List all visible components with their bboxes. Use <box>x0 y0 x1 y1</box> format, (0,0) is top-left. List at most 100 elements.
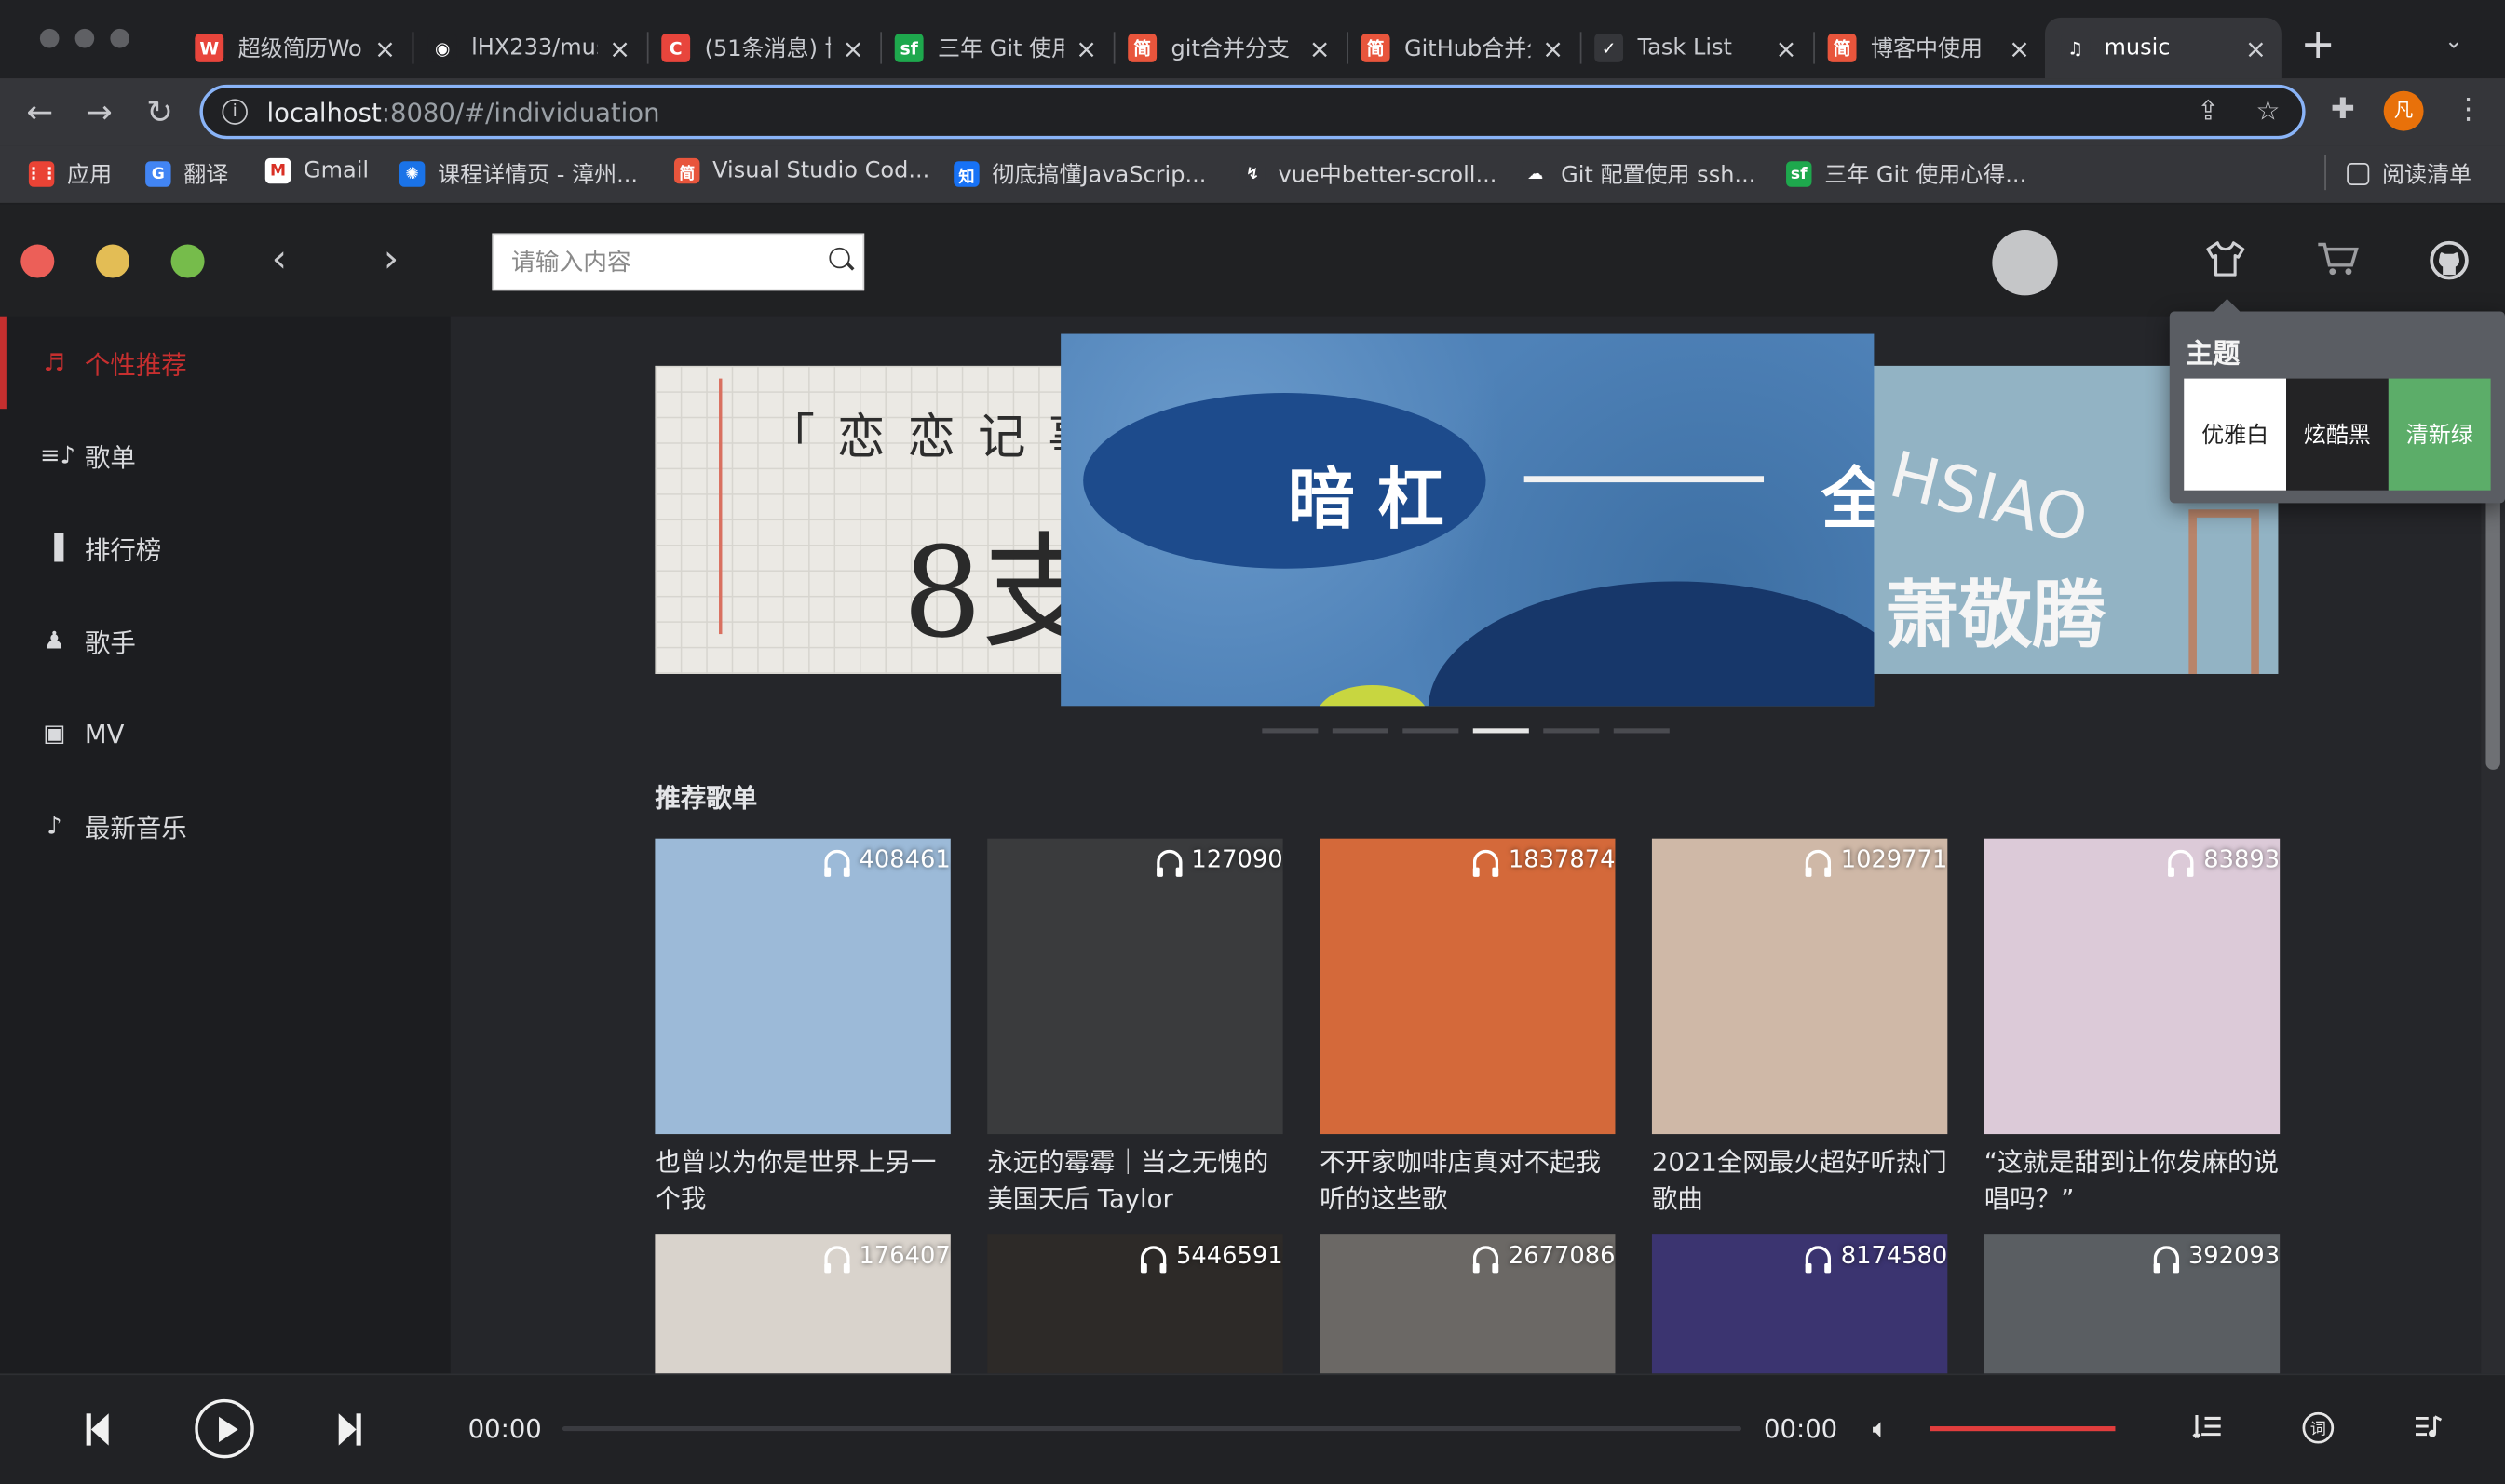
banner-dot[interactable] <box>1402 728 1459 734</box>
browser-tab[interactable]: ◉ lHX233/music × <box>413 18 645 78</box>
search-icon[interactable] <box>829 247 850 269</box>
browser-tab[interactable]: W 超级简历WonderCV × <box>179 18 411 78</box>
bookmark-item[interactable]: ↯ vue中better-scroll... <box>1239 158 1496 190</box>
close-icon[interactable]: × <box>1540 33 1565 63</box>
play-mode-icon[interactable] <box>2192 1410 2224 1450</box>
playlist-cover[interactable]: 1837874 <box>1320 838 1616 1135</box>
profile-avatar[interactable]: 凡 <box>2383 90 2424 131</box>
window-minimize-dot[interactable] <box>74 28 95 48</box>
playlist-name[interactable]: “这就是甜到让你发麻的说唱吗？” <box>1984 1143 2280 1217</box>
new-tab-button[interactable]: + <box>2300 22 2335 67</box>
lyrics-icon[interactable]: 词 <box>2300 1410 2336 1453</box>
playlist-card[interactable]: 176407 <box>655 1234 951 1374</box>
playlist-cover[interactable]: 2677086 <box>1320 1234 1616 1374</box>
theme-option[interactable]: 清新绿 <box>2388 378 2491 491</box>
banner-dot[interactable] <box>1472 728 1529 734</box>
playlist-name[interactable]: 不开家咖啡店真对不起我听的这些歌 <box>1320 1143 1615 1217</box>
browser-tab[interactable]: 简 git合并分支 × <box>1112 18 1345 78</box>
playlist-queue-icon[interactable] <box>2413 1410 2444 1450</box>
browser-tab[interactable]: sf 三年 Git 使用心得 × <box>879 18 1112 78</box>
app-maximize-dot[interactable] <box>170 244 205 278</box>
tab-search-chevron-icon[interactable]: ⌄ <box>2444 29 2463 54</box>
playlist-name[interactable]: 永远的霉霉｜当之无愧的美国天后 Taylor <box>987 1143 1282 1217</box>
browser-tab[interactable]: 简 GitHub合并分支 × <box>1346 18 1578 78</box>
window-close-dot[interactable] <box>39 28 60 48</box>
history-back-icon[interactable]: ‹ <box>272 236 287 281</box>
close-icon[interactable]: × <box>840 33 865 63</box>
playlist-card[interactable]: 8174580 <box>1651 1234 1948 1374</box>
browser-tab[interactable]: ✓ Task List × <box>1578 18 1811 78</box>
reading-list-button[interactable]: 阅读清单 <box>2347 158 2471 190</box>
browser-tab[interactable]: ♫ music × <box>2044 17 2282 79</box>
history-forward-icon[interactable]: › <box>384 236 399 281</box>
address-bar[interactable]: i localhost:8080/#/individuation ⇪ ☆ <box>199 84 2306 140</box>
extensions-puzzle-icon[interactable]: ✚ <box>2331 93 2355 127</box>
banner-slide-active[interactable]: 暗杠 全 <box>1061 333 1875 707</box>
playlist-card[interactable]: 1837874 不开家咖啡店真对不起我听的这些歌 <box>1320 838 1616 1218</box>
browser-tab[interactable]: 简 博客中使用 × <box>1811 18 2044 78</box>
banner-dot[interactable] <box>1332 728 1388 734</box>
previous-track-icon[interactable] <box>86 1413 109 1446</box>
bookmark-item[interactable]: ✺ 课程详情页 - 漳州... <box>399 158 638 190</box>
playlist-card[interactable]: 5446591 <box>987 1234 1283 1374</box>
bookmark-item[interactable]: ☁ Git 配置使用 ssh... <box>1522 158 1755 190</box>
playlist-cover[interactable]: 392093 <box>1984 1234 2281 1374</box>
playlist-card[interactable]: 2677086 <box>1320 1234 1616 1374</box>
close-icon[interactable]: × <box>1074 33 1099 63</box>
close-icon[interactable]: × <box>1307 33 1332 63</box>
playlist-name[interactable]: 2021全网最火超好听热门歌曲 <box>1652 1143 1947 1217</box>
volume-icon[interactable]: 🔈︎ <box>1873 1413 1889 1445</box>
close-icon[interactable]: × <box>1773 33 1798 63</box>
search-input[interactable] <box>494 235 814 290</box>
bookmark-item[interactable]: 知 彻底搞懂JavaScrip... <box>954 158 1206 190</box>
site-info-icon[interactable]: i <box>222 99 248 125</box>
sidebar-nav-item[interactable]: ♪ 最新音乐 <box>0 779 451 872</box>
back-arrow-icon[interactable]: ← <box>20 91 61 133</box>
theme-shirt-icon[interactable] <box>2205 239 2247 286</box>
play-button[interactable] <box>195 1398 254 1459</box>
sidebar-nav-item[interactable]: ♟ 歌手 <box>0 594 451 687</box>
bookmark-item[interactable]: sf 三年 Git 使用心得... <box>1786 158 2026 190</box>
sidebar-nav-item[interactable]: ♬ 个性推荐 <box>0 316 451 410</box>
github-icon[interactable] <box>2429 239 2471 289</box>
playlist-card[interactable]: 127090 永远的霉霉｜当之无愧的美国天后 Taylor <box>987 838 1283 1218</box>
browser-menu-icon[interactable]: ⋮ <box>2454 93 2483 127</box>
bookmark-item[interactable]: 简 Visual Studio Cod... <box>673 157 929 184</box>
cart-icon[interactable] <box>2315 239 2360 286</box>
close-icon[interactable]: × <box>2007 33 2032 63</box>
app-close-dot[interactable] <box>20 244 55 278</box>
sidebar-nav-item[interactable]: ▐ 排行榜 <box>0 502 451 595</box>
window-zoom-dot[interactable] <box>110 28 129 48</box>
theme-option[interactable]: 优雅白 <box>2184 378 2287 491</box>
playlist-cover[interactable]: 127090 <box>987 838 1283 1135</box>
bookmark-item[interactable]: ⋮⋮ 应用 <box>25 158 112 190</box>
browser-tab[interactable]: C (51条消息) 博客 × <box>645 18 878 78</box>
banner-dot[interactable] <box>1262 728 1319 734</box>
playlist-card[interactable]: 1029771 2021全网最火超好听热门歌曲 <box>1651 838 1948 1218</box>
banner-dot[interactable] <box>1613 728 1670 734</box>
playlist-card[interactable]: 392093 <box>1984 1234 2281 1374</box>
next-track-icon[interactable] <box>338 1413 361 1446</box>
banner-dot[interactable] <box>1543 728 1600 734</box>
playlist-cover[interactable]: 8174580 <box>1651 1234 1948 1374</box>
playlist-card[interactable]: 83893 “这就是甜到让你发麻的说唱吗？” <box>1984 838 2281 1218</box>
sidebar-nav-item[interactable]: ≡♪ 歌单 <box>0 409 451 502</box>
bookmark-star-icon[interactable]: ☆ <box>2255 96 2280 128</box>
progress-bar[interactable] <box>562 1426 1742 1432</box>
playlist-cover[interactable]: 5446591 <box>987 1234 1283 1374</box>
playlist-cover[interactable]: 176407 <box>655 1234 951 1374</box>
bookmark-item[interactable]: G 翻译 <box>145 158 228 190</box>
forward-arrow-icon[interactable]: → <box>78 91 120 133</box>
volume-slider[interactable] <box>1930 1426 2116 1432</box>
sidebar-nav-item[interactable]: ▣ MV <box>0 687 451 780</box>
search-box[interactable] <box>492 233 865 291</box>
bookmark-item[interactable]: M Gmail <box>264 157 369 184</box>
user-avatar[interactable] <box>1992 230 2058 296</box>
theme-option[interactable]: 炫酷黑 <box>2286 378 2389 491</box>
close-icon[interactable]: × <box>372 33 398 63</box>
address-url[interactable]: localhost:8080/#/individuation <box>267 98 660 128</box>
app-minimize-dot[interactable] <box>95 244 129 278</box>
share-icon[interactable]: ⇪ <box>2197 96 2219 128</box>
close-icon[interactable]: × <box>607 33 632 63</box>
playlist-card[interactable]: 408461 也曾以为你是世界上另一个我 <box>655 838 951 1218</box>
